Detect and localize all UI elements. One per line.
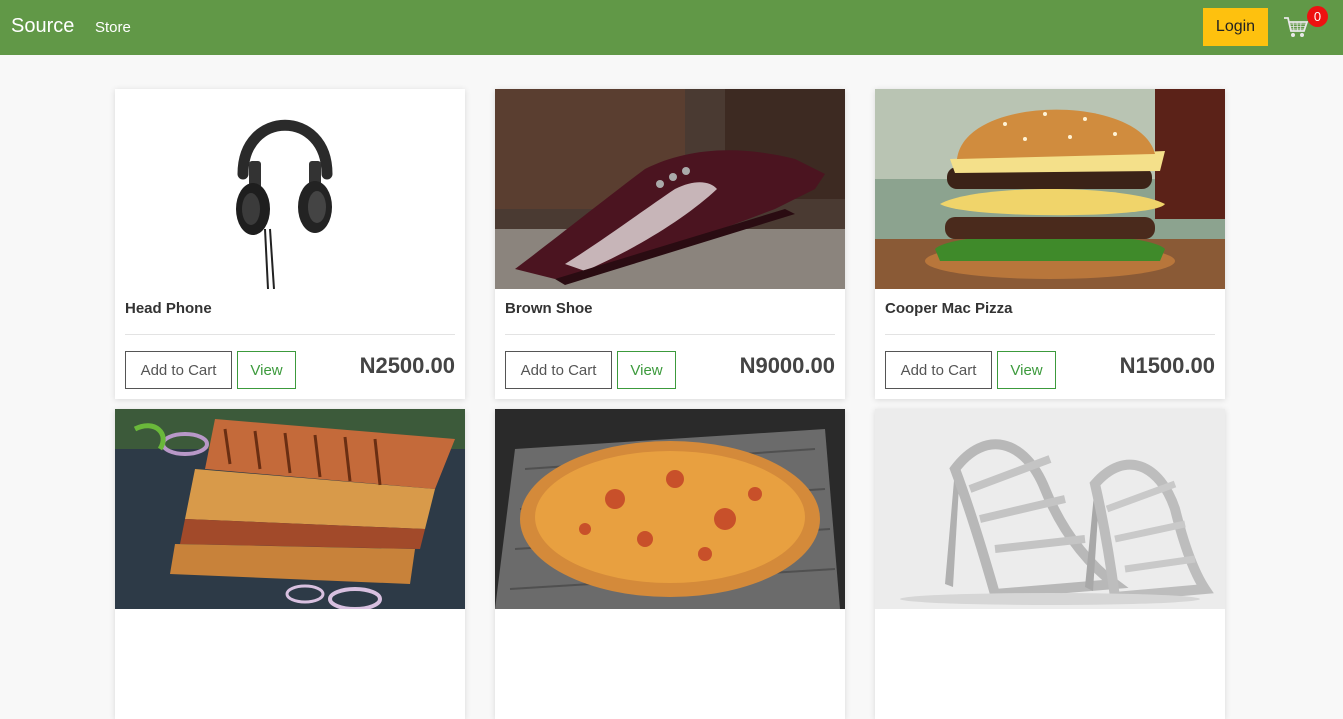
shoe-image bbox=[495, 89, 845, 289]
card-divider bbox=[885, 334, 1215, 335]
product-price: N9000.00 bbox=[739, 353, 835, 378]
add-to-cart-button[interactable]: Add to Cart bbox=[125, 351, 232, 389]
nav-link-store[interactable]: Store bbox=[95, 19, 131, 36]
product-card: Head Phone Add to Cart View N2500.00 bbox=[115, 89, 465, 399]
product-price: N1500.00 bbox=[1119, 353, 1215, 378]
burger-image bbox=[875, 89, 1225, 289]
view-button[interactable]: View bbox=[997, 351, 1056, 389]
product-title: Cooper Mac Pizza bbox=[885, 300, 1013, 317]
product-card: Cooper Mac Pizza Add to Cart View N1500.… bbox=[875, 89, 1225, 399]
add-to-cart-button[interactable]: Add to Cart bbox=[505, 351, 612, 389]
sandwich-image bbox=[115, 409, 465, 609]
pizza-image bbox=[495, 409, 845, 609]
product-price: N2500.00 bbox=[359, 353, 455, 378]
brand-link[interactable]: Source bbox=[11, 15, 74, 38]
view-button[interactable]: View bbox=[237, 351, 296, 389]
add-to-cart-button[interactable]: Add to Cart bbox=[885, 351, 992, 389]
cart-count-badge: 0 bbox=[1307, 6, 1328, 27]
headphone-image bbox=[115, 89, 465, 289]
top-navbar: Source Store Login 0 bbox=[0, 0, 1343, 55]
login-button[interactable]: Login bbox=[1203, 8, 1268, 46]
view-button[interactable]: View bbox=[617, 351, 676, 389]
heels-image bbox=[875, 409, 1225, 609]
card-divider bbox=[125, 334, 455, 335]
card-divider bbox=[505, 334, 835, 335]
product-card: Brown Shoe Add to Cart View N9000.00 bbox=[495, 89, 845, 399]
cart-icon[interactable] bbox=[1283, 14, 1309, 40]
product-card bbox=[495, 409, 845, 719]
product-title: Head Phone bbox=[125, 300, 212, 317]
product-card bbox=[115, 409, 465, 719]
product-title: Brown Shoe bbox=[505, 300, 593, 317]
product-card bbox=[875, 409, 1225, 719]
